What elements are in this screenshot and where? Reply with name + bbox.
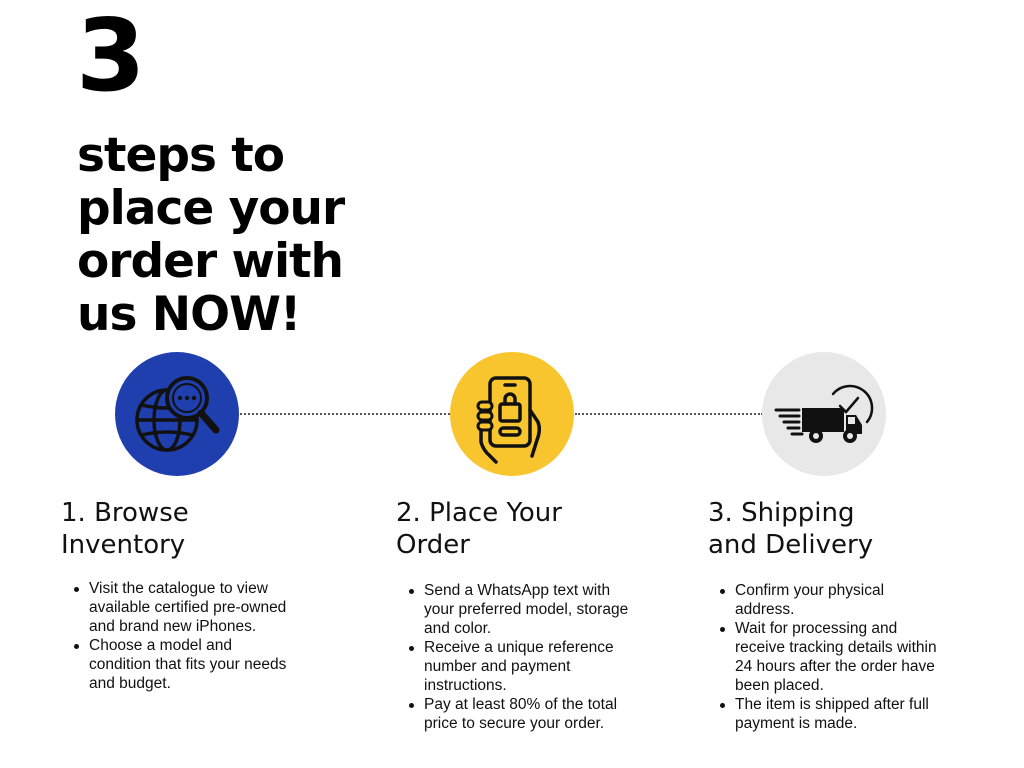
phone-shopping-bag-icon [476, 376, 542, 464]
step-title-line: 1. Browse [61, 498, 189, 528]
globe-search-icon [135, 376, 220, 452]
bullet-item: Choose a model and condition that fits y… [61, 636, 297, 693]
step-2-bullet-list: Send a WhatsApp text with your preferred… [396, 581, 632, 733]
headline-line: steps to [77, 128, 285, 183]
step-1-icon-circle [115, 352, 239, 476]
headline: steps to place your order with us NOW! [77, 129, 397, 341]
bullet-item: Confirm your physical address. [707, 581, 947, 619]
step-3-bullet-list: Confirm your physical address. Wait for … [707, 581, 947, 733]
step-title-line: Order [396, 530, 470, 560]
step-title-line: Inventory [61, 530, 186, 560]
headline-line: us NOW! [77, 287, 301, 342]
headline-line: order with [77, 234, 344, 289]
bullet-item: Wait for processing and receive tracking… [707, 619, 947, 695]
step-title-line: 3. Shipping [708, 498, 855, 528]
step-2-icon-circle [450, 352, 574, 476]
step-title-line: 2. Place Your [396, 498, 562, 528]
hero-number: 3 [76, 0, 146, 114]
step-3-icon-circle [762, 352, 886, 476]
bullet-item: Send a WhatsApp text with your preferred… [396, 581, 632, 638]
step-title-line: and Delivery [708, 530, 874, 560]
fast-delivery-truck-icon [774, 384, 874, 443]
bullet-item: Receive a unique reference number and pa… [396, 638, 632, 695]
headline-line: place your [77, 181, 345, 236]
step-connector [240, 413, 450, 415]
step-2-title: 2. Place Your Order [396, 497, 636, 561]
step-connector [575, 413, 763, 415]
bullet-item: The item is shipped after full payment i… [707, 695, 947, 733]
bullet-item: Pay at least 80% of the total price to s… [396, 695, 632, 733]
step-3-title: 3. Shipping and Delivery [708, 497, 948, 561]
step-1-title: 1. Browse Inventory [61, 497, 301, 561]
step-1-bullet-list: Visit the catalogue to view available ce… [61, 579, 297, 693]
bullet-item: Visit the catalogue to view available ce… [61, 579, 297, 636]
